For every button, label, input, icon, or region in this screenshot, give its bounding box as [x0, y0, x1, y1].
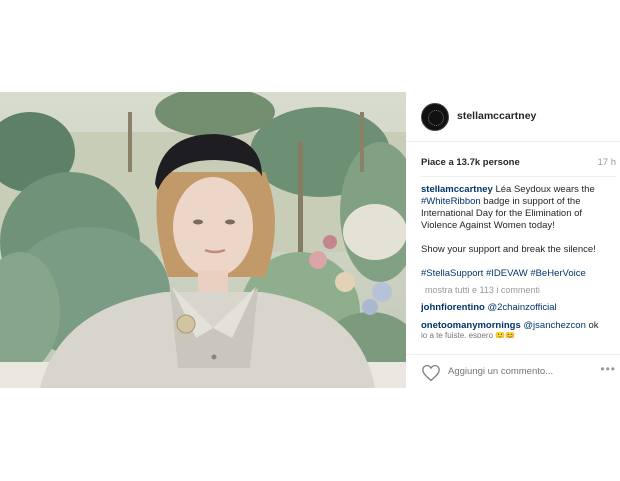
divider — [421, 176, 616, 177]
username-link[interactable]: stellamccartney — [457, 110, 536, 122]
instagram-post: stellamccartney Piace a 13.7k persone 17… — [0, 92, 620, 388]
likes-count[interactable]: Piace a 13.7k persone — [421, 157, 520, 168]
comment-item: johnfiorentino @2chainzofficial — [421, 302, 616, 314]
comment-author[interactable]: johnfiorentino — [421, 302, 485, 313]
caption-paragraph-2: Show your support and break the silence! — [421, 244, 596, 255]
post-time[interactable]: 17 h — [598, 157, 617, 168]
post-photo[interactable] — [0, 92, 406, 388]
comment-mention[interactable]: @2chainzofficial — [488, 302, 557, 313]
post-footer: ••• — [406, 354, 620, 389]
post-sidebar: stellamccartney Piace a 13.7k persone 17… — [406, 92, 620, 388]
hashtag-idevaw[interactable]: #IDEVAW — [486, 268, 528, 279]
page: stellamccartney Piace a 13.7k persone 17… — [0, 0, 620, 481]
show-all-comments-link[interactable]: mostra tutti e 113 i commenti — [425, 284, 616, 296]
hashtag-beheryoice[interactable]: #BeHerVoice — [530, 268, 585, 279]
comment-cutoff-text: io a te fuiste, espero 🙂😊 — [421, 332, 516, 338]
portrait-photo — [0, 92, 406, 388]
caption-author[interactable]: stellamccartney — [421, 184, 493, 195]
avatar[interactable] — [421, 103, 449, 131]
caption: stellamccartney Léa Seydoux wears the #W… — [421, 184, 616, 232]
add-comment-input[interactable] — [448, 366, 588, 377]
heart-outline-icon[interactable] — [421, 364, 441, 382]
hashtag-whiteribbon[interactable]: #WhiteRibbon — [421, 196, 481, 207]
caption-text-1: Léa Seydoux wears the — [492, 184, 595, 195]
comments-list: stellamccartney Léa Seydoux wears the #W… — [421, 184, 616, 347]
likes-row: Piace a 13.7k persone 17 h — [421, 157, 616, 171]
comment-tail: ok — [585, 320, 599, 331]
hashtag-stellasupport[interactable]: #StellaSupport — [421, 268, 483, 279]
comment-item: onetoomanymornings @jsanchezcon ok — [421, 320, 616, 332]
comment-author[interactable]: onetoomanymornings — [421, 320, 521, 331]
comment-mention[interactable]: @jsanchezcon — [523, 320, 585, 331]
caption-hashtags: #StellaSupport #IDEVAW #BeHerVoice — [421, 268, 616, 280]
more-options-icon[interactable]: ••• — [600, 362, 616, 376]
post-header: stellamccartney — [406, 92, 620, 142]
